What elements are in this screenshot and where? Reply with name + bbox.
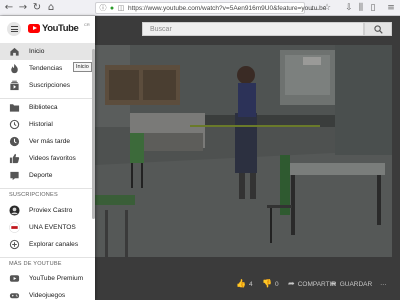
history-icon: [9, 119, 20, 130]
search-button[interactable]: [364, 22, 392, 36]
search-icon: [374, 25, 383, 34]
sidebar-item-una-eventos[interactable]: UNA EVENTOS: [0, 219, 95, 236]
sidebar-item-label: Videos favoritos: [29, 155, 76, 162]
bookmark-star-icon[interactable]: ☆: [322, 2, 332, 14]
guide-header: YouTube CR: [0, 16, 95, 42]
watch-later-icon: [9, 136, 20, 147]
more-actions-button[interactable]: …: [380, 277, 387, 291]
flame-icon: [11, 63, 18, 74]
thumbs-up-icon: [9, 153, 20, 164]
sidebar-item-label: Inicio: [29, 48, 45, 55]
video-frame: [95, 45, 392, 257]
sidebar-item-videojuegos[interactable]: Videojuegos: [0, 287, 95, 300]
sidebar-item-label: Deporte: [29, 172, 53, 179]
search-placeholder: Buscar: [150, 26, 172, 33]
url-text: https://www.youtube.com/watch?v=5Aen916m…: [128, 5, 327, 12]
sidebar-item-label: YouTube Premium: [29, 275, 84, 282]
thumbs-down-icon: 👎: [262, 279, 272, 288]
sidebar-item-deporte[interactable]: Deporte: [0, 167, 95, 184]
sidebar-item-historial[interactable]: Historial: [0, 116, 95, 133]
library-icon: [9, 104, 20, 112]
library-icon[interactable]: ⫼: [356, 2, 366, 14]
dislike-button[interactable]: 👎 0: [262, 277, 279, 291]
sidebar-item-proviex-castro[interactable]: Proviex Castro: [0, 202, 95, 219]
permissions-icon[interactable]: ◫: [117, 4, 125, 13]
share-button[interactable]: ➦ COMPARTIR: [288, 277, 336, 291]
sidebar-item-videos-favoritos[interactable]: Videos favoritos: [0, 150, 95, 167]
guide-sidebar: YouTube CR Inicio Tendencias Suscripcion…: [0, 16, 95, 300]
sidebar-item-youtube-premium[interactable]: YouTube Premium: [0, 270, 95, 287]
home-icon[interactable]: ⌂: [45, 2, 57, 14]
sidebar-divider: [0, 188, 95, 189]
page-actions-icon[interactable]: …: [310, 2, 320, 14]
dislike-count: 0: [274, 281, 279, 288]
youtube-premium-icon: [9, 275, 20, 282]
sidebar-toggle-icon[interactable]: ▯: [368, 2, 378, 14]
sidebar-item-suscripciones[interactable]: Suscripciones: [0, 77, 95, 94]
channel-avatar-icon: [9, 222, 20, 233]
playlist-add-icon: ≡: [330, 279, 337, 288]
sidebar-item-label: Videojuegos: [29, 292, 66, 299]
more-icon: …: [380, 280, 387, 287]
download-icon[interactable]: ⇩: [344, 2, 354, 14]
like-button[interactable]: 👍 4: [236, 277, 253, 291]
sidebar-item-label: Proviex Castro: [29, 207, 73, 214]
sidebar-item-label: UNA EVENTOS: [29, 224, 76, 231]
channel-avatar-icon: [9, 205, 20, 216]
sidebar-item-label: Tendencias: [29, 65, 63, 72]
sports-icon: [10, 171, 19, 181]
lock-icon[interactable]: ●: [108, 4, 116, 13]
browser-menu-icon[interactable]: ≡: [386, 2, 396, 14]
subscriptions-icon: [10, 80, 19, 91]
subscriptions-section-title: SUSCRIPCIONES: [9, 192, 58, 198]
sidebar-item-label: Suscripciones: [29, 82, 71, 89]
youtube-logo-text[interactable]: YouTube: [42, 22, 79, 35]
sidebar-item-inicio[interactable]: Inicio: [0, 43, 95, 60]
info-icon[interactable]: ⓘ: [99, 4, 107, 13]
tooltip: Inicio: [73, 62, 92, 72]
thumbs-up-icon: 👍: [236, 279, 246, 288]
sidebar-item-label: Ver más tarde: [29, 138, 71, 145]
like-count: 4: [248, 281, 253, 288]
hamburger-icon: [10, 26, 18, 28]
gaming-icon: [9, 293, 20, 299]
browser-toolbar: ← → ↻ ⌂ ⓘ ● ◫ https://www.youtube.com/wa…: [0, 0, 400, 16]
forward-icon[interactable]: →: [17, 2, 29, 14]
youtube-logo-icon[interactable]: [28, 24, 40, 33]
country-code: CR: [84, 22, 90, 27]
more-youtube-section-title: MÁS DE YOUTUBE: [9, 261, 62, 267]
video-player[interactable]: [95, 45, 392, 257]
hamburger-menu-button[interactable]: [7, 22, 21, 36]
add-circle-icon: [9, 239, 20, 250]
sidebar-item-biblioteca[interactable]: Biblioteca: [0, 99, 95, 116]
back-icon[interactable]: ←: [3, 2, 15, 14]
reload-icon[interactable]: ↻: [31, 2, 43, 14]
home-icon: [10, 47, 19, 56]
sidebar-divider: [0, 257, 95, 258]
sidebar-item-explorar-canales[interactable]: Explorar canales: [0, 236, 95, 253]
search-input[interactable]: Buscar: [142, 22, 364, 36]
address-bar[interactable]: ⓘ ● ◫ https://www.youtube.com/watch?v=5A…: [95, 2, 326, 14]
sidebar-item-label: Biblioteca: [29, 104, 58, 111]
save-label: GUARDAR: [339, 281, 373, 288]
sidebar-item-ver-mas-tarde[interactable]: Ver más tarde: [0, 133, 95, 150]
sidebar-item-label: Historial: [29, 121, 53, 128]
sidebar-item-label: Explorar canales: [29, 241, 79, 248]
share-icon: ➦: [288, 279, 295, 288]
sidebar-scrollbar[interactable]: [92, 49, 95, 219]
save-button[interactable]: ≡ GUARDAR: [330, 277, 372, 291]
